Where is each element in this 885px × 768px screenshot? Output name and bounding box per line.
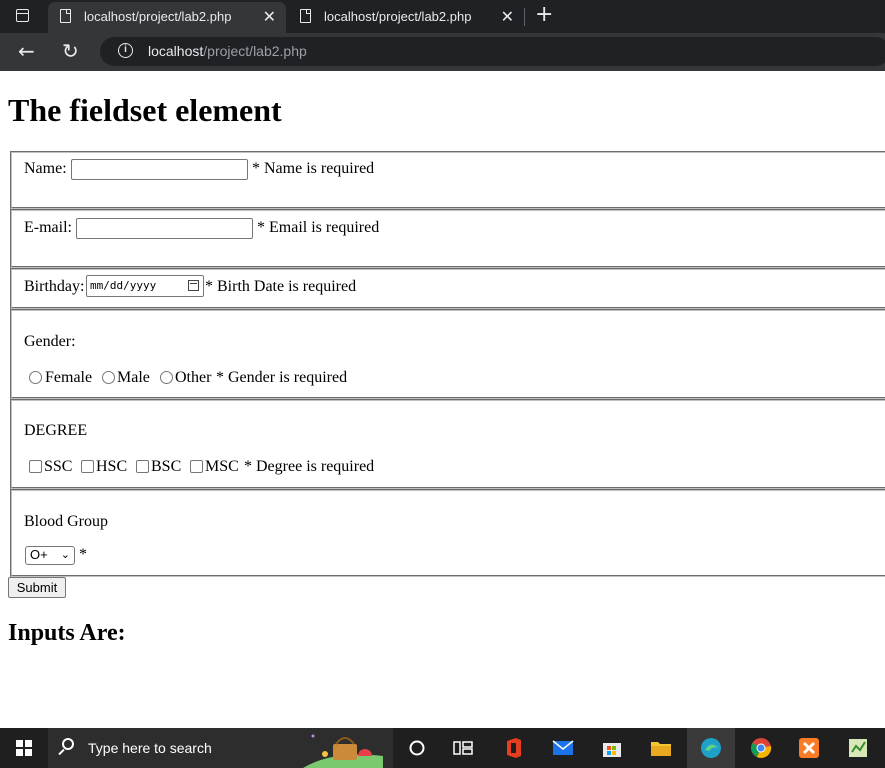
email-error: * Email is required: [257, 219, 380, 236]
degree-label: DEGREE: [24, 422, 88, 439]
blood-group-selected: O+: [30, 547, 48, 562]
cortana-icon[interactable]: [405, 736, 429, 760]
tab-divider: [524, 8, 525, 26]
gender-fieldset: Gender: Female Male Other * Gender is re…: [10, 309, 885, 399]
search-icon: [62, 738, 74, 750]
search-placeholder: Type here to search: [88, 740, 212, 756]
chevron-down-icon: ⌄: [60, 549, 70, 561]
degree-ssc-label: SSC: [44, 458, 73, 475]
degree-fieldset: DEGREE SSC HSC BSC MSC * Degree is requi…: [10, 399, 885, 489]
birthday-input[interactable]: mm/dd/yyyy: [86, 275, 204, 297]
tab-title: localhost/project/lab2.php: [324, 9, 472, 24]
notepad-plus-icon[interactable]: [846, 736, 870, 760]
calendar-icon[interactable]: [188, 280, 199, 291]
blood-group-required: *: [79, 546, 87, 563]
url-text: localhost/project/lab2.php: [148, 43, 307, 59]
address-bar[interactable]: i localhost/project/lab2.php: [100, 37, 885, 66]
picnic-basket-icon: [303, 734, 383, 768]
file-explorer-icon[interactable]: [649, 736, 673, 760]
degree-ssc-checkbox[interactable]: [29, 460, 42, 473]
gender-label: Gender:: [24, 333, 76, 350]
name-error: * Name is required: [252, 160, 375, 177]
degree-msc-checkbox[interactable]: [190, 460, 203, 473]
page-icon: [300, 9, 311, 23]
gender-female-radio[interactable]: [29, 371, 42, 384]
degree-bsc-checkbox[interactable]: [136, 460, 149, 473]
blood-group-label: Blood Group: [24, 513, 108, 530]
url-path: /project/lab2.php: [203, 43, 307, 59]
name-input[interactable]: [71, 159, 248, 180]
birthday-error: * Birth Date is required: [205, 278, 357, 295]
results-heading: Inputs Are:: [8, 620, 126, 646]
tab-inactive[interactable]: localhost/project/lab2.php ✕: [288, 2, 524, 33]
submit-button[interactable]: Submit: [8, 577, 66, 598]
page-title: The fieldset element: [8, 92, 282, 128]
degree-hsc-checkbox[interactable]: [81, 460, 94, 473]
task-view-icon[interactable]: [451, 736, 475, 760]
chrome-icon[interactable]: [749, 736, 773, 760]
blood-group-fieldset: Blood Group O+ ⌄ *: [10, 489, 885, 577]
tab-bar: localhost/project/lab2.php ✕ localhost/p…: [0, 0, 885, 33]
blood-group-select[interactable]: O+ ⌄: [25, 546, 75, 565]
windows-start-icon[interactable]: [16, 740, 32, 756]
tab-actions-icon[interactable]: [16, 9, 29, 22]
navigation-bar: ← ↻ i localhost/project/lab2.php: [0, 33, 885, 71]
gender-female-label: Female: [45, 369, 93, 386]
close-tab-icon[interactable]: ✕: [501, 7, 514, 27]
degree-error: * Degree is required: [244, 458, 375, 475]
page-content: The fieldset element Name: * Name is req…: [0, 71, 885, 728]
birthday-fieldset: Birthday: mm/dd/yyyy * Birth Date is req…: [10, 268, 885, 309]
degree-bsc-label: BSC: [151, 458, 182, 475]
store-icon[interactable]: [600, 736, 624, 760]
degree-hsc-label: HSC: [96, 458, 128, 475]
reload-button[interactable]: ↻: [62, 39, 79, 63]
email-fieldset: E-mail: * Email is required: [10, 209, 885, 268]
gender-male-label: Male: [117, 369, 150, 386]
gender-other-radio[interactable]: [160, 371, 173, 384]
tab-active[interactable]: localhost/project/lab2.php ✕: [48, 2, 286, 33]
degree-msc-label: MSC: [205, 458, 239, 475]
tab-title: localhost/project/lab2.php: [84, 9, 232, 24]
mail-icon[interactable]: [551, 736, 575, 760]
birthday-label: Birthday:: [24, 278, 85, 295]
gender-other-label: Other: [175, 369, 212, 386]
close-tab-icon[interactable]: ✕: [263, 7, 276, 27]
xampp-icon[interactable]: [797, 736, 821, 760]
taskbar: Type here to search: [0, 728, 885, 768]
birthday-placeholder: mm/dd/yyyy: [90, 279, 157, 292]
gender-male-radio[interactable]: [102, 371, 115, 384]
taskbar-search[interactable]: Type here to search: [48, 728, 393, 768]
email-label: E-mail:: [24, 219, 72, 236]
edge-icon[interactable]: [699, 736, 723, 760]
email-input[interactable]: [76, 218, 253, 239]
url-host: localhost: [148, 43, 204, 59]
gender-error: * Gender is required: [216, 369, 348, 386]
new-tab-button[interactable]: +: [535, 2, 553, 27]
site-info-icon[interactable]: i: [118, 43, 133, 58]
back-button[interactable]: ←: [18, 39, 35, 63]
name-fieldset: Name: * Name is required: [10, 151, 885, 209]
name-label: Name:: [24, 160, 67, 177]
office-icon[interactable]: [502, 736, 526, 760]
page-icon: [60, 9, 71, 23]
